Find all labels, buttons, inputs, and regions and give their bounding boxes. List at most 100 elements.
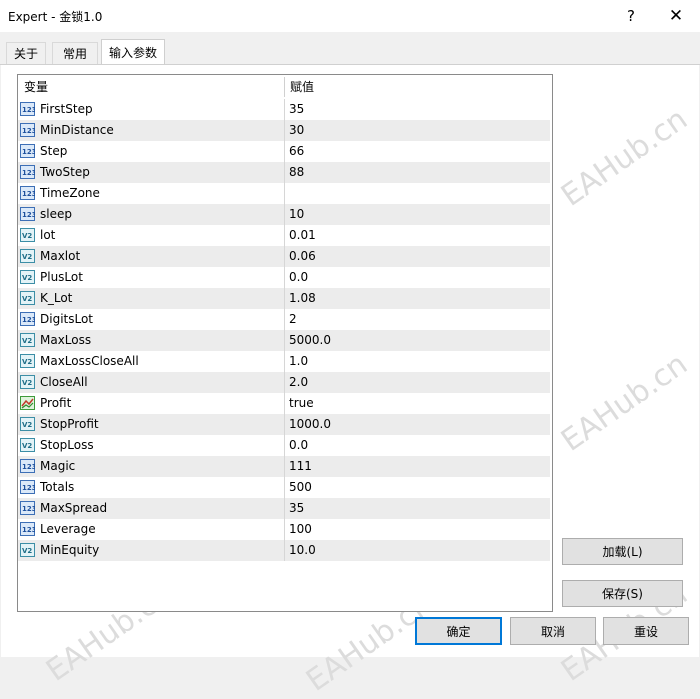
- variable-cell: 123 TwoStep: [18, 162, 284, 183]
- variable-value[interactable]: 35: [289, 99, 304, 120]
- svg-text:123: 123: [22, 127, 35, 135]
- value-cell[interactable]: 10.0: [285, 540, 550, 561]
- variable-cell: 123 Step: [18, 141, 284, 162]
- variable-name: TwoStep: [40, 165, 90, 179]
- table-row[interactable]: V2 StopProfit 1000.0: [18, 414, 550, 435]
- variable-cell: Profit: [18, 393, 284, 414]
- column-header-value[interactable]: 赋值: [290, 75, 314, 99]
- variable-value[interactable]: 1.0: [289, 351, 308, 372]
- variable-value[interactable]: 1.08: [289, 288, 316, 309]
- value-cell[interactable]: 30: [285, 120, 550, 141]
- value-cell[interactable]: true: [285, 393, 550, 414]
- variable-value[interactable]: 0.0: [289, 435, 308, 456]
- variable-value[interactable]: 35: [289, 498, 304, 519]
- value-cell[interactable]: 100: [285, 519, 550, 540]
- value-cell[interactable]: 1.0: [285, 351, 550, 372]
- help-button[interactable]: ?: [611, 0, 651, 32]
- variable-cell: 123 Magic: [18, 456, 284, 477]
- variable-value[interactable]: 88: [289, 162, 304, 183]
- load-button[interactable]: 加载(L): [562, 538, 683, 565]
- variable-cell: V2 MinEquity: [18, 540, 284, 561]
- variable-value[interactable]: 10.0: [289, 540, 316, 561]
- value-cell[interactable]: 2.0: [285, 372, 550, 393]
- table-row[interactable]: 123 Leverage 100: [18, 519, 550, 540]
- variable-value[interactable]: 30: [289, 120, 304, 141]
- tab-inputs[interactable]: 输入参数: [101, 39, 165, 65]
- table-row[interactable]: 123 FirstStep 35: [18, 99, 550, 120]
- value-cell[interactable]: 10: [285, 204, 550, 225]
- variable-cell: 123 DigitsLot: [18, 309, 284, 330]
- table-row[interactable]: V2 MinEquity 10.0: [18, 540, 550, 561]
- svg-text:123: 123: [22, 148, 35, 156]
- table-row[interactable]: V2 Maxlot 0.06: [18, 246, 550, 267]
- cancel-button[interactable]: 取消: [510, 617, 596, 645]
- table-row[interactable]: V2 StopLoss 0.0: [18, 435, 550, 456]
- variable-value[interactable]: 1000.0: [289, 414, 331, 435]
- variable-name: Totals: [40, 480, 75, 494]
- value-cell[interactable]: 111: [285, 456, 550, 477]
- table-row[interactable]: 123 Step 66: [18, 141, 550, 162]
- variable-value[interactable]: 10: [289, 204, 304, 225]
- table-row[interactable]: V2 PlusLot 0.0: [18, 267, 550, 288]
- save-button[interactable]: 保存(S): [562, 580, 683, 607]
- reset-button[interactable]: 重设: [603, 617, 689, 645]
- variable-value[interactable]: 2: [289, 309, 297, 330]
- column-header-variable[interactable]: 变量: [24, 75, 48, 99]
- variable-value[interactable]: 0.0: [289, 267, 308, 288]
- variable-name: StopProfit: [40, 417, 99, 431]
- int-icon: 123: [20, 186, 35, 200]
- table-row[interactable]: 123 TwoStep 88: [18, 162, 550, 183]
- variable-name: MinDistance: [40, 123, 114, 137]
- tab-about[interactable]: 关于: [6, 42, 46, 64]
- svg-text:V2: V2: [22, 337, 32, 345]
- value-cell[interactable]: 0.01: [285, 225, 550, 246]
- value-cell[interactable]: 35: [285, 498, 550, 519]
- value-cell[interactable]: [285, 183, 550, 204]
- svg-text:123: 123: [22, 211, 35, 219]
- table-row[interactable]: V2 lot 0.01: [18, 225, 550, 246]
- variable-value[interactable]: 5000.0: [289, 330, 331, 351]
- table-row[interactable]: 123 sleep 10: [18, 204, 550, 225]
- table-row[interactable]: 123 MaxSpread 35: [18, 498, 550, 519]
- value-cell[interactable]: 5000.0: [285, 330, 550, 351]
- double-icon: V2: [20, 438, 35, 452]
- value-cell[interactable]: 66: [285, 141, 550, 162]
- table-row[interactable]: V2 MaxLoss 5000.0: [18, 330, 550, 351]
- close-button[interactable]: ✕: [656, 0, 696, 32]
- variable-value[interactable]: true: [289, 393, 314, 414]
- ok-button[interactable]: 确定: [415, 617, 502, 645]
- int-icon: 123: [20, 123, 35, 137]
- variable-name: K_Lot: [40, 291, 73, 305]
- table-row[interactable]: 123 MinDistance 30: [18, 120, 550, 141]
- value-cell[interactable]: 35: [285, 99, 550, 120]
- value-cell[interactable]: 500: [285, 477, 550, 498]
- variable-value[interactable]: 500: [289, 477, 312, 498]
- variable-name: lot: [40, 228, 56, 242]
- table-row[interactable]: Profit true: [18, 393, 550, 414]
- variable-value[interactable]: 2.0: [289, 372, 308, 393]
- table-row[interactable]: 123 Totals 500: [18, 477, 550, 498]
- variable-value[interactable]: 100: [289, 519, 312, 540]
- header-divider: [284, 77, 285, 97]
- value-cell[interactable]: 0.0: [285, 435, 550, 456]
- int-icon: 123: [20, 501, 35, 515]
- table-row[interactable]: V2 K_Lot 1.08: [18, 288, 550, 309]
- value-cell[interactable]: 1.08: [285, 288, 550, 309]
- variable-value[interactable]: 66: [289, 141, 304, 162]
- value-cell[interactable]: 0.06: [285, 246, 550, 267]
- variable-value[interactable]: 0.01: [289, 225, 316, 246]
- variable-name: FirstStep: [40, 102, 93, 116]
- value-cell[interactable]: 0.0: [285, 267, 550, 288]
- variable-value[interactable]: 111: [289, 456, 312, 477]
- value-cell[interactable]: 88: [285, 162, 550, 183]
- variable-value[interactable]: 0.06: [289, 246, 316, 267]
- svg-text:V2: V2: [22, 232, 32, 240]
- table-row[interactable]: V2 CloseAll 2.0: [18, 372, 550, 393]
- value-cell[interactable]: 1000.0: [285, 414, 550, 435]
- tab-common[interactable]: 常用: [52, 42, 98, 64]
- table-row[interactable]: V2 MaxLossCloseAll 1.0: [18, 351, 550, 372]
- table-row[interactable]: 123 TimeZone: [18, 183, 550, 204]
- value-cell[interactable]: 2: [285, 309, 550, 330]
- table-row[interactable]: 123 Magic 111: [18, 456, 550, 477]
- table-row[interactable]: 123 DigitsLot 2: [18, 309, 550, 330]
